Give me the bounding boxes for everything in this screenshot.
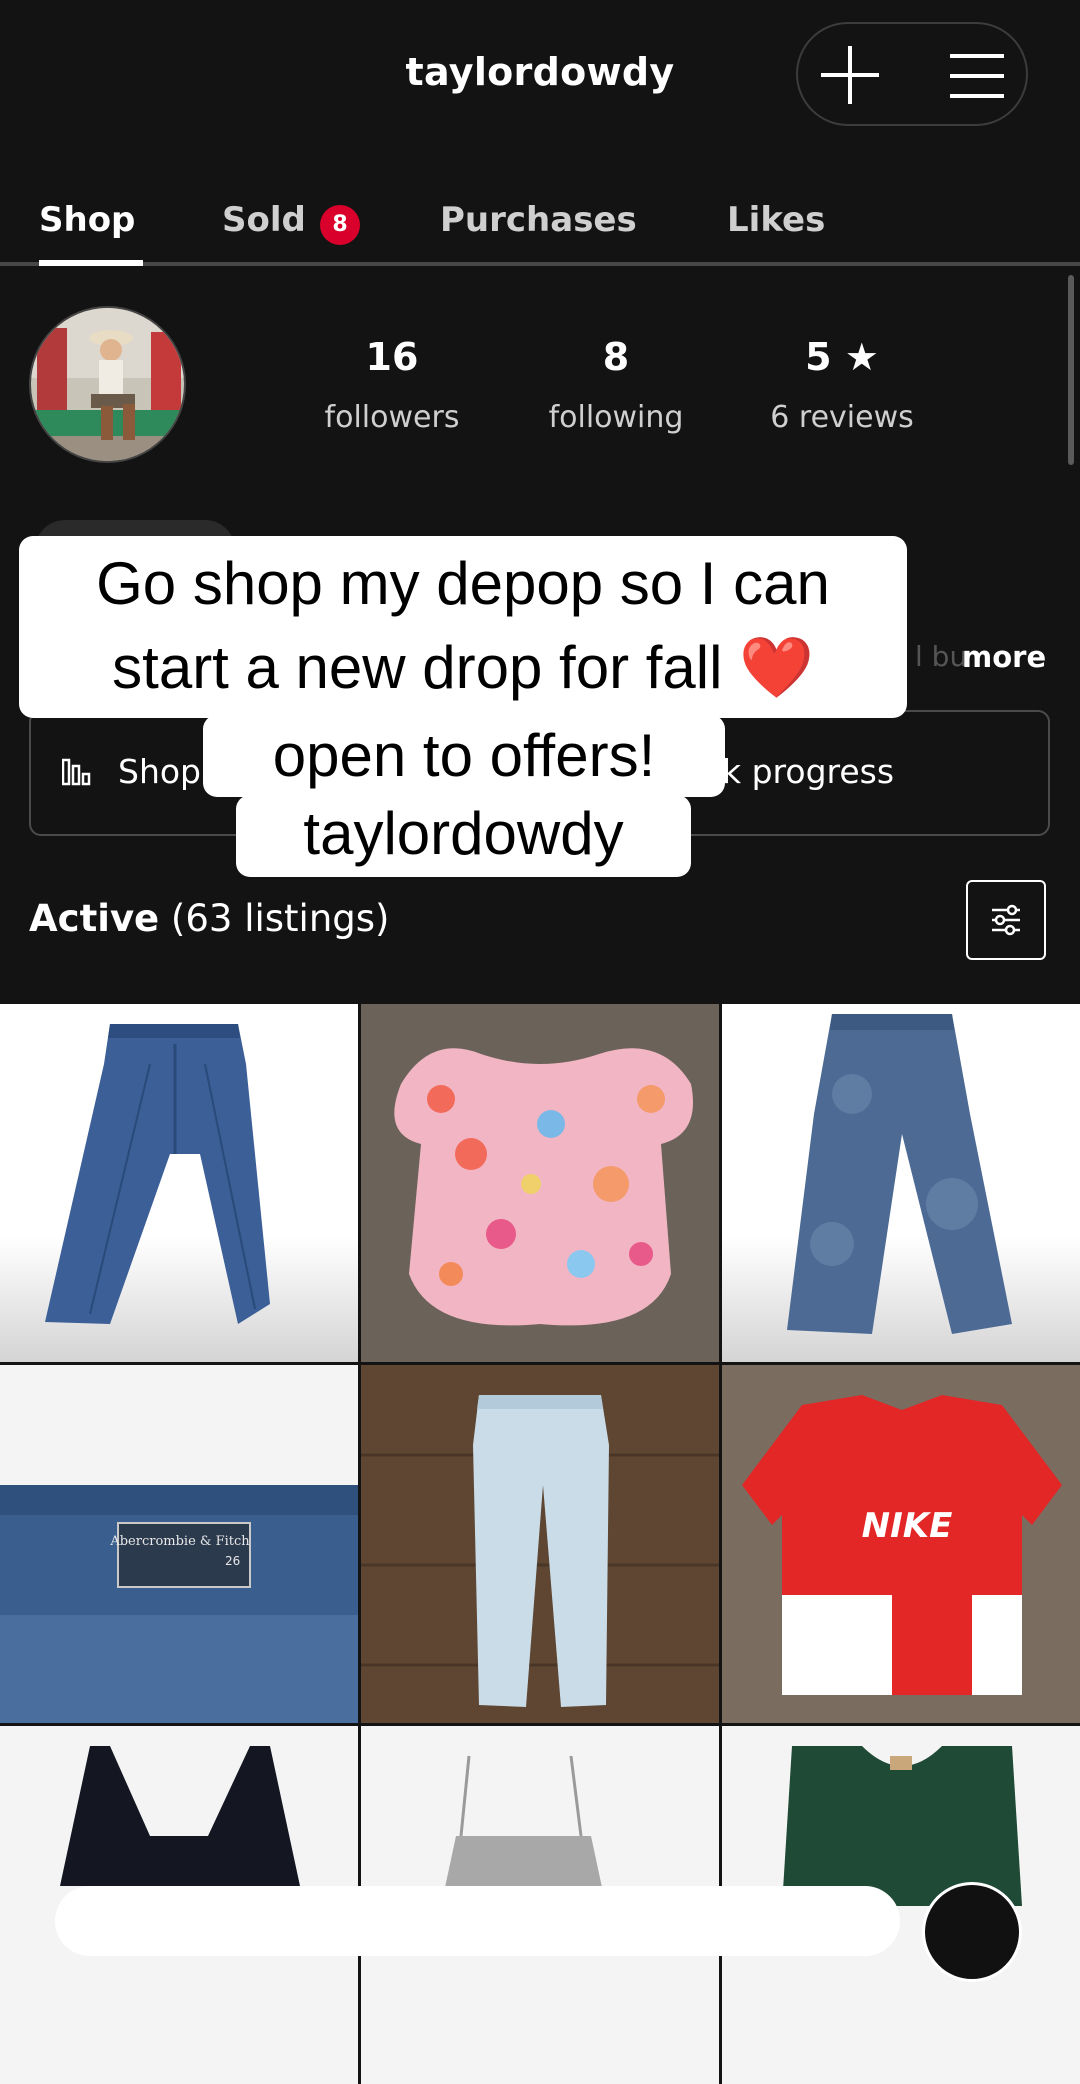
sold-count-badge: 8: [320, 205, 360, 245]
active-tab-indicator: [39, 260, 143, 266]
tab-purchases[interactable]: Purchases: [440, 200, 637, 240]
caption-line-3: open to offers!: [203, 715, 725, 797]
rating-value[interactable]: 5 ★: [742, 335, 942, 379]
filter-button[interactable]: [966, 880, 1046, 960]
caption-line-2: start a new drop for fall ❤️: [112, 634, 814, 701]
caption-box: Go shop my depop so I can start a new dr…: [19, 536, 907, 718]
caption-line-1: Go shop my depop so I can: [96, 550, 830, 617]
plus-icon: [821, 46, 879, 104]
hamburger-menu-icon: [950, 54, 1004, 98]
stats-button-label: Shop: [118, 752, 201, 791]
tab-divider: [0, 262, 1080, 266]
flared-jeans-image: [0, 1004, 358, 1362]
tab-likes[interactable]: Likes: [727, 200, 825, 240]
bottom-action-button[interactable]: [922, 1882, 1022, 1982]
listing-tile[interactable]: [0, 1004, 358, 1362]
tab-sold[interactable]: Sold: [222, 200, 306, 240]
listing-tile[interactable]: [361, 1365, 719, 1723]
acid-wash-jeans-image: [722, 1004, 1080, 1362]
following-count[interactable]: 8: [516, 335, 716, 379]
listing-tile[interactable]: [361, 1004, 719, 1362]
followers-count[interactable]: 16: [292, 335, 492, 379]
avatar[interactable]: [29, 306, 186, 463]
listing-tile[interactable]: Abercrombie & Fitch 26: [0, 1365, 358, 1723]
nike-logo-text: NIKE: [862, 1506, 953, 1546]
avatar-photo: [31, 308, 184, 461]
filter-sliders-icon: [992, 904, 1020, 936]
floral-blouse-image: [361, 1004, 719, 1362]
menu-button[interactable]: [938, 44, 1016, 108]
bio-more-link[interactable]: more: [962, 640, 1046, 674]
active-listings-heading: Active (63 listings): [29, 897, 389, 940]
bio-text-fragment: l bu: [915, 640, 968, 673]
progress-label: k progress: [722, 752, 895, 791]
reviews-label[interactable]: 6 reviews: [742, 400, 942, 435]
light-wash-jeans-image: [361, 1365, 719, 1723]
listing-tile[interactable]: NIKE: [722, 1365, 1080, 1723]
caption-line-4: taylordowdy: [236, 795, 691, 877]
followers-label[interactable]: followers: [292, 400, 492, 435]
listing-status: Active: [29, 897, 160, 940]
following-label[interactable]: following: [516, 400, 716, 435]
brand-tag-text: Abercrombie & Fitch: [109, 1534, 250, 1549]
nike-shirt-image: NIKE: [722, 1365, 1080, 1723]
scrollbar[interactable]: [1068, 275, 1074, 465]
size-tag-text: 26: [225, 1554, 240, 1568]
bottom-input-bar[interactable]: [55, 1886, 900, 1956]
listing-count: (63 listings): [170, 897, 390, 940]
tab-shop[interactable]: Shop: [39, 200, 135, 240]
add-listing-button[interactable]: [810, 40, 890, 110]
listing-tile[interactable]: [722, 1004, 1080, 1362]
abercrombie-jeans-image: Abercrombie & Fitch 26: [0, 1365, 358, 1723]
bar-chart-icon: [61, 756, 94, 790]
